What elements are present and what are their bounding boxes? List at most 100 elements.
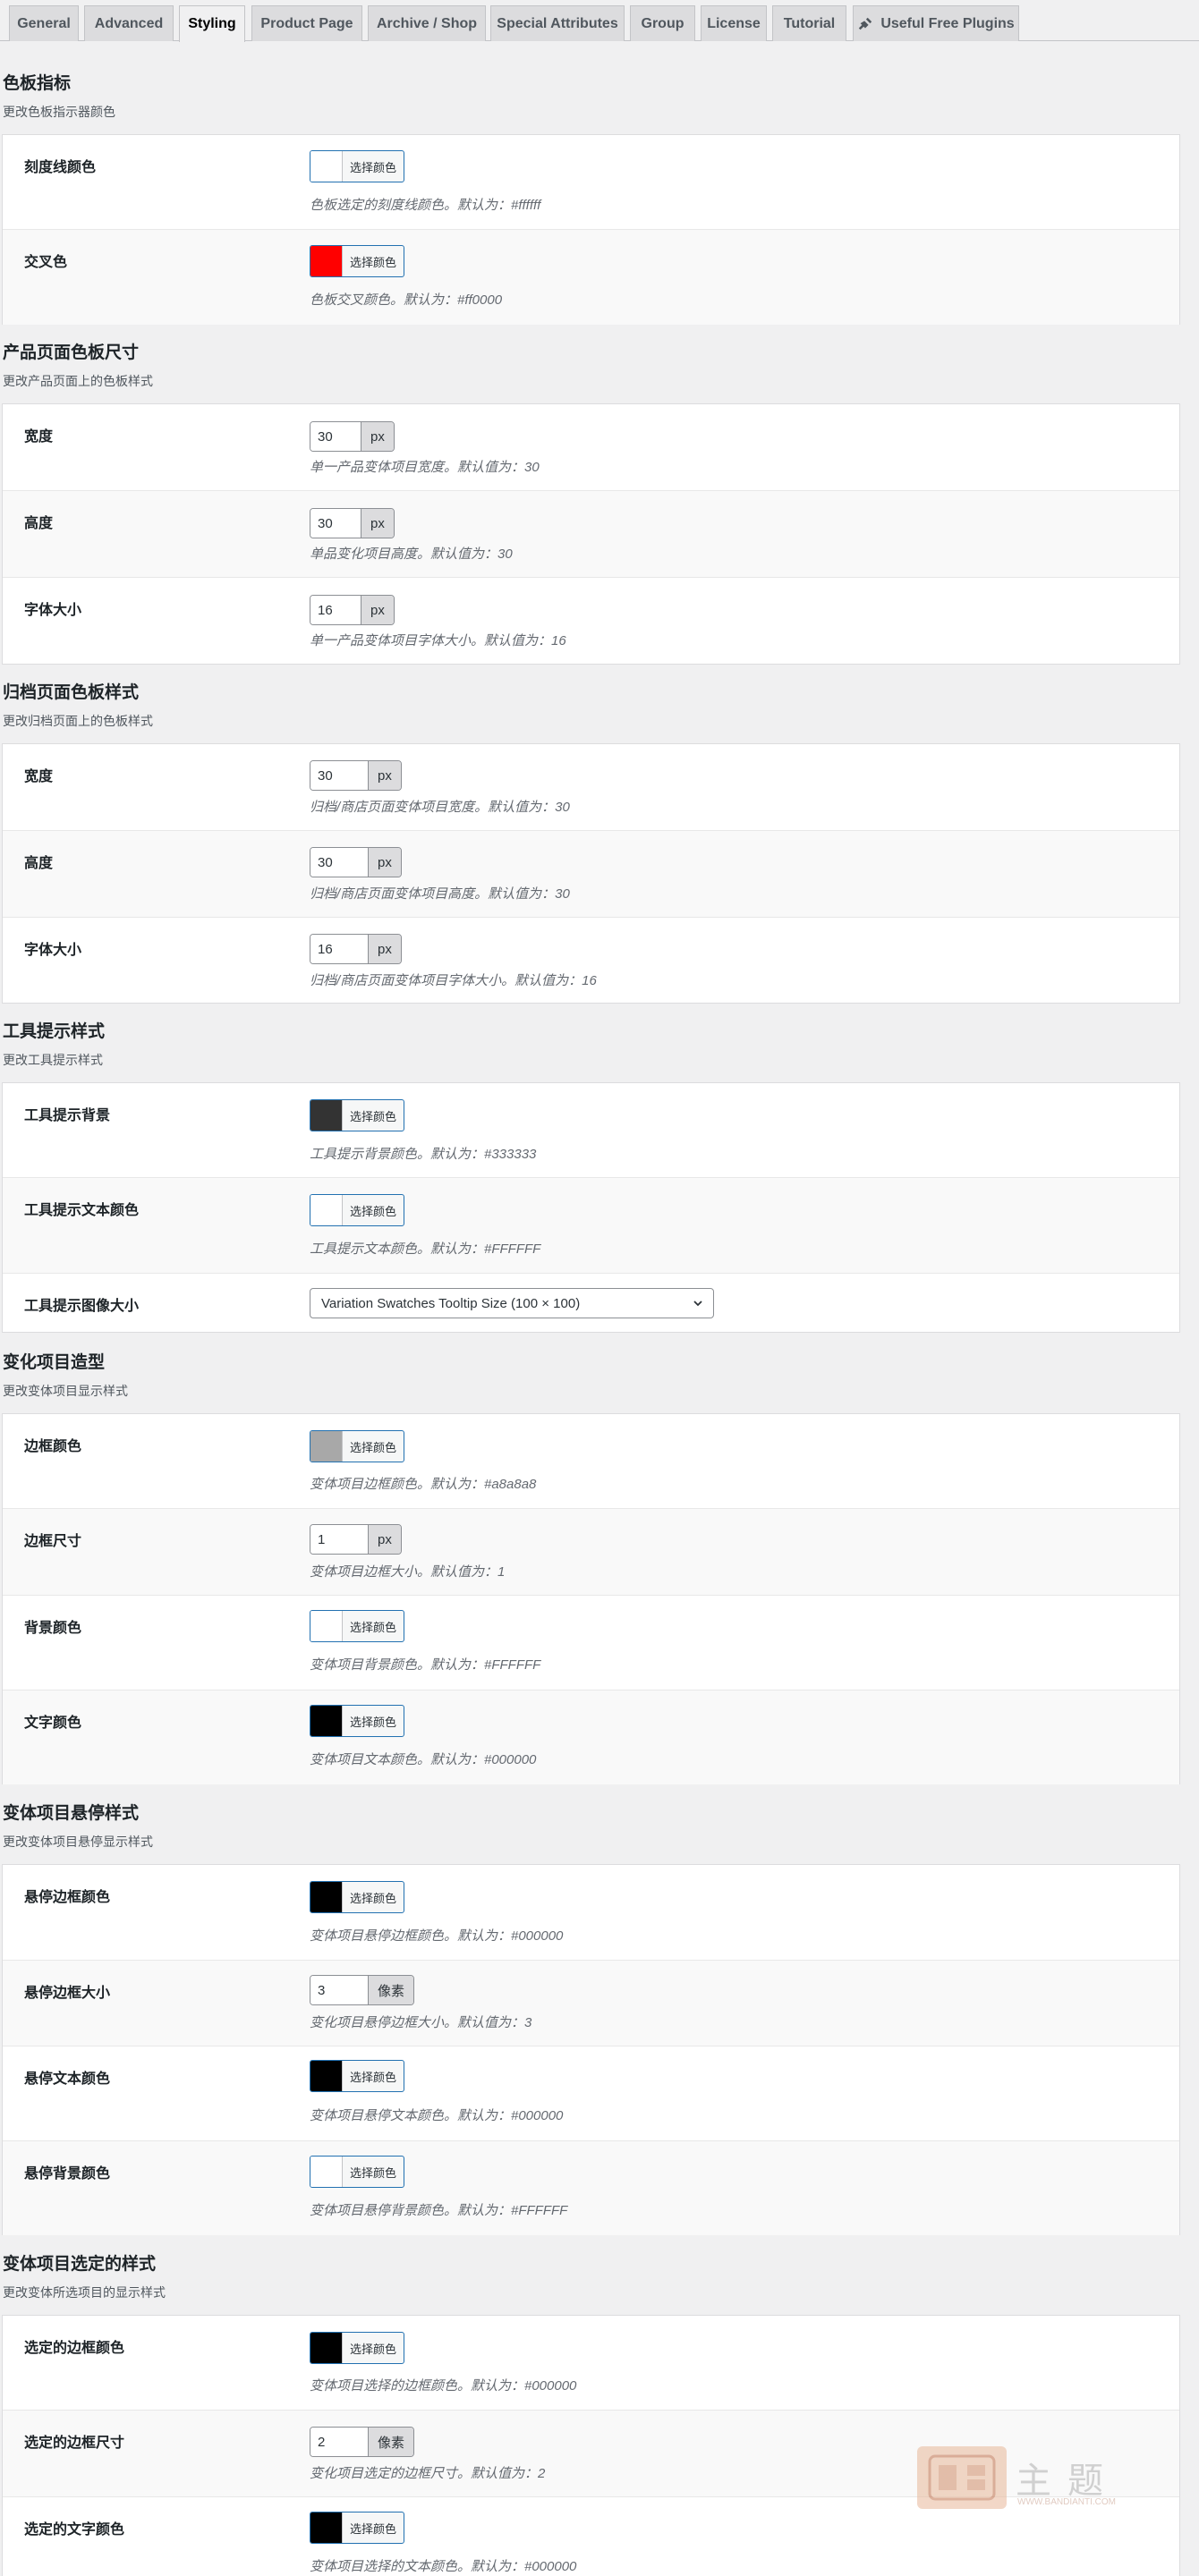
- tab-styling[interactable]: Styling: [179, 5, 245, 42]
- settings-card-archive-size: 宽度 px 归档/商店页面变体项目宽度。默认值为：30 高度 px 归档/商店页…: [2, 743, 1180, 1004]
- color-swatch: [310, 2333, 343, 2363]
- color-picker-button[interactable]: 选择颜色: [310, 2060, 404, 2092]
- tab-label: License: [707, 15, 761, 31]
- color-swatch: [310, 2157, 343, 2187]
- color-picker-button[interactable]: 选择颜色: [310, 2332, 404, 2364]
- selected-border-size-input[interactable]: [310, 2428, 368, 2456]
- setting-row-height: 高度 px 单品变化项目高度。默认值为：30: [3, 491, 1179, 578]
- setting-label: 选定的边框尺寸: [24, 2436, 125, 2451]
- unit-label: px: [361, 422, 394, 451]
- tab-advanced[interactable]: Advanced: [84, 5, 174, 41]
- color-swatch: [310, 2061, 343, 2091]
- section-desc-swatch-indicator: 更改色板指示器颜色: [3, 105, 115, 119]
- unit-label: 像素: [368, 1976, 414, 2004]
- color-swatch: [310, 1431, 343, 1462]
- tab-label: Tutorial: [783, 15, 836, 31]
- section-title-selected-style: 变体项目选定的样式: [3, 2255, 157, 2274]
- watermark-emblem: [917, 2446, 1007, 2509]
- settings-card-hover-style: 悬停边框颜色 选择颜色 变体项目悬停边框颜色。默认为：#000000 悬停边框大…: [2, 1864, 1180, 2235]
- tab-useful-free-plugins[interactable]: Useful Free Plugins: [853, 5, 1019, 41]
- color-picker-button[interactable]: 选择颜色: [310, 1430, 404, 1462]
- color-swatch: [310, 1195, 343, 1225]
- height-input[interactable]: [310, 509, 361, 538]
- tab-group[interactable]: Group: [630, 5, 695, 41]
- setting-row-font-size: 字体大小 px 归档/商店页面变体项目字体大小。默认值为：16: [3, 918, 1179, 1004]
- section-title-product-size: 产品页面色板尺寸: [3, 343, 140, 362]
- color-picker-button[interactable]: 选择颜色: [310, 245, 404, 277]
- tab-product-page[interactable]: Product Page: [251, 5, 362, 41]
- setting-description: 归档/商店页面变体项目宽度。默认值为：30: [310, 800, 570, 815]
- setting-label: 悬停文本颜色: [24, 2072, 111, 2087]
- tab-tutorial[interactable]: Tutorial: [772, 5, 846, 41]
- color-picker-button[interactable]: 选择颜色: [310, 2156, 404, 2188]
- setting-description: 单品变化项目高度。默认值为：30: [310, 547, 513, 562]
- settings-card-tooltip: 工具提示背景 选择颜色 工具提示背景颜色。默认为：#333333 工具提示文本颜…: [2, 1082, 1180, 1333]
- setting-label: 悬停边框颜色: [24, 1890, 111, 1905]
- settings-card-item-style: 边框颜色 选择颜色 变体项目边框颜色。默认为：#a8a8a8 边框尺寸 px 变…: [2, 1413, 1180, 1784]
- section-desc-selected-style: 更改变体所选项目的显示样式: [3, 2285, 166, 2300]
- setting-label: 高度: [24, 856, 54, 871]
- color-picker-button[interactable]: 选择颜色: [310, 2512, 404, 2544]
- setting-label: 边框尺寸: [24, 1534, 82, 1549]
- setting-label: 高度: [24, 516, 54, 531]
- tooltip-size-select[interactable]: Variation Swatches Tooltip Size (100 × 1…: [310, 1288, 714, 1318]
- tab-license[interactable]: License: [701, 5, 767, 41]
- color-swatch: [310, 1882, 343, 1912]
- color-picker-button[interactable]: 选择颜色: [310, 1099, 404, 1131]
- setting-row-hover-border-color: 悬停边框颜色 选择颜色 变体项目悬停边框颜色。默认为：#000000: [3, 1865, 1179, 1961]
- height-input[interactable]: [310, 848, 368, 877]
- setting-row-tooltip-text: 工具提示文本颜色 选择颜色 工具提示文本颜色。默认为：#FFFFFF: [3, 1178, 1179, 1274]
- color-picker-button[interactable]: 选择颜色: [310, 1705, 404, 1737]
- color-picker-label: 选择颜色: [349, 1891, 396, 1905]
- tab-general[interactable]: General: [9, 5, 79, 41]
- tab-label: Archive / Shop: [376, 15, 478, 31]
- unit-label: px: [361, 596, 394, 624]
- hover-border-size-input[interactable]: [310, 1976, 368, 2004]
- number-field: px: [310, 1524, 402, 1555]
- color-picker-button[interactable]: 选择颜色: [310, 1881, 404, 1913]
- setting-row-border-color: 边框颜色 选择颜色 变体项目边框颜色。默认为：#a8a8a8: [3, 1414, 1179, 1509]
- setting-label: 交叉色: [24, 255, 68, 270]
- unit-label: px: [361, 509, 394, 538]
- width-input[interactable]: [310, 422, 361, 451]
- section-desc-product-size: 更改产品页面上的色板样式: [3, 374, 153, 388]
- setting-label: 刻度线颜色: [24, 160, 97, 175]
- number-field: px: [310, 421, 395, 452]
- number-field: 像素: [310, 1975, 415, 2005]
- tab-archive-shop[interactable]: Archive / Shop: [368, 5, 486, 41]
- color-picker-label: 选择颜色: [349, 2521, 396, 2536]
- setting-description: 工具提示文本颜色。默认为：#FFFFFF: [310, 1241, 541, 1257]
- font-size-input[interactable]: [310, 596, 361, 624]
- tab-special-attributes[interactable]: Special Attributes: [490, 5, 625, 41]
- color-picker-label: 选择颜色: [349, 1109, 396, 1123]
- plug-icon: [859, 17, 872, 30]
- setting-description: 变体项目文本颜色。默认为：#000000: [310, 1752, 537, 1767]
- select-value: Variation Swatches Tooltip Size (100 × 1…: [321, 1295, 581, 1311]
- settings-card-selected-style: 选定的边框颜色 选择颜色 变体项目选择的边框颜色。默认为：#000000 选定的…: [2, 2315, 1180, 2576]
- number-field: px: [310, 595, 395, 625]
- tab-label: Group: [641, 15, 685, 31]
- setting-label: 工具提示图像大小: [24, 1299, 140, 1314]
- setting-description: 归档/商店页面变体项目高度。默认值为：30: [310, 886, 570, 902]
- border-size-input[interactable]: [310, 1525, 368, 1554]
- color-picker-label: 选择颜色: [349, 1620, 396, 1634]
- color-swatch: [310, 2512, 343, 2543]
- tab-label: Useful Free Plugins: [880, 15, 1015, 31]
- setting-description: 归档/商店页面变体项目字体大小。默认值为：16: [310, 973, 597, 988]
- color-swatch: [310, 1706, 343, 1736]
- color-picker-label: 选择颜色: [349, 2070, 396, 2084]
- tab-label: Special Attributes: [497, 15, 618, 31]
- setting-row-hover-bg-color: 悬停背景颜色 选择颜色 变体项目悬停背景颜色。默认为：#FFFFFF: [3, 2141, 1179, 2235]
- setting-description: 色板交叉颜色。默认为：#ff0000: [310, 292, 503, 308]
- color-picker-button[interactable]: 选择颜色: [310, 1194, 404, 1226]
- tab-label: General: [17, 15, 71, 31]
- setting-row-tooltip-bg: 工具提示背景 选择颜色 工具提示背景颜色。默认为：#333333: [3, 1083, 1179, 1178]
- font-size-input[interactable]: [310, 935, 368, 963]
- color-picker-button[interactable]: 选择颜色: [310, 1610, 404, 1642]
- color-picker-button[interactable]: 选择颜色: [310, 150, 404, 182]
- width-input[interactable]: [310, 761, 368, 790]
- number-field: px: [310, 760, 402, 791]
- color-picker-label: 选择颜色: [349, 2165, 396, 2180]
- setting-row-tick-color: 刻度线颜色 选择颜色 色板选定的刻度线颜色。默认为：#ffffff: [3, 135, 1179, 230]
- setting-description: 变体项目选择的边框颜色。默认为：#000000: [310, 2378, 577, 2394]
